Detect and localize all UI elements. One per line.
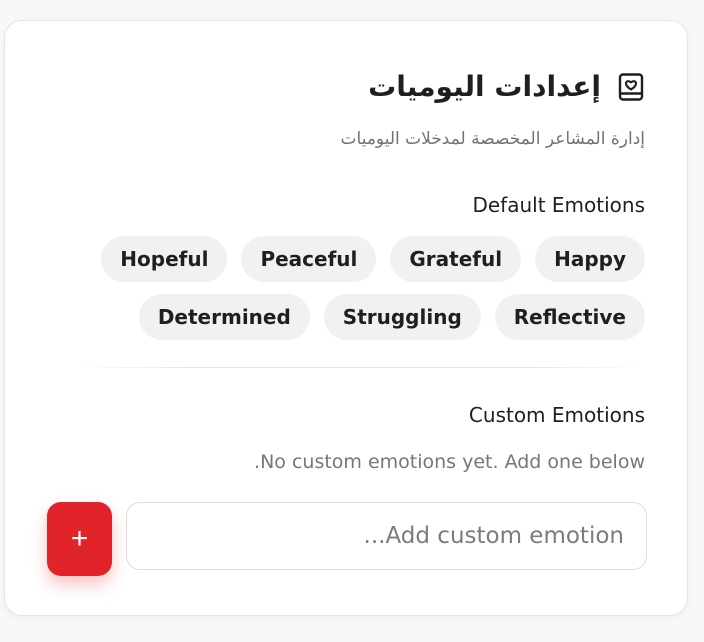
section-divider xyxy=(77,367,645,368)
add-emotion-row: + xyxy=(47,502,647,576)
emotion-chip-reflective[interactable]: Reflective xyxy=(494,294,645,340)
book-heart-icon xyxy=(618,73,644,101)
card-title: إعدادات اليوميات xyxy=(368,70,601,103)
emotion-chip-happy[interactable]: Happy xyxy=(535,236,645,282)
emotion-chip-peaceful[interactable]: Peaceful xyxy=(241,236,377,282)
emotion-chip-hopeful[interactable]: Hopeful xyxy=(101,236,228,282)
add-emotion-button[interactable]: + xyxy=(47,502,112,576)
custom-emotions-label: Custom Emotions xyxy=(468,403,645,427)
default-emotions-list: Happy Grateful Peaceful Hopeful Reflecti… xyxy=(85,236,645,340)
card-header: إعدادات اليوميات xyxy=(368,69,645,105)
custom-emotion-input[interactable] xyxy=(126,502,647,570)
journal-settings-card: إعدادات اليوميات إدارة المشاعر المخصصة ل… xyxy=(4,20,688,616)
emotion-chip-struggling[interactable]: Struggling xyxy=(323,294,481,340)
card-subtitle: إدارة المشاعر المخصصة لمدخلات اليوميات xyxy=(340,129,645,149)
emotion-chip-determined[interactable]: Determined xyxy=(138,294,310,340)
custom-emotions-empty-text: No custom emotions yet. Add one below. xyxy=(254,451,645,473)
emotion-chip-grateful[interactable]: Grateful xyxy=(390,236,522,282)
default-emotions-label: Default Emotions xyxy=(472,193,645,217)
